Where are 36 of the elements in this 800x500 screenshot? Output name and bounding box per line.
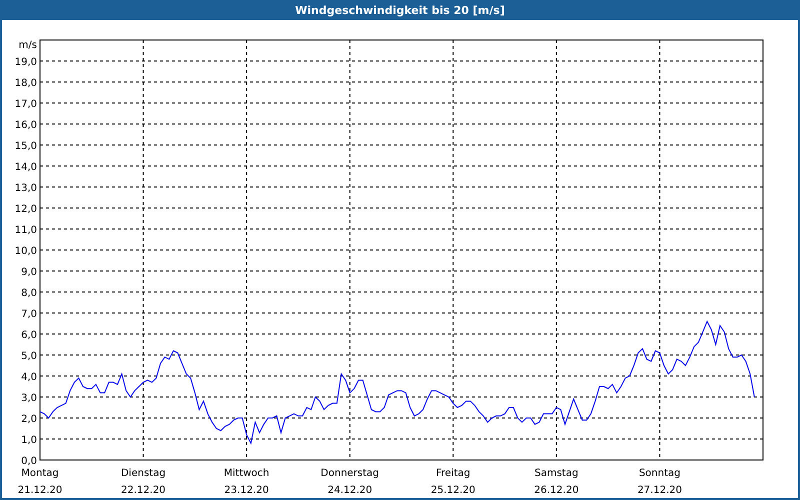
day-label: Donnerstag	[320, 468, 380, 479]
date-label: 21.12.20	[18, 485, 62, 496]
date-label: 24.12.20	[328, 485, 372, 496]
y-tick-label: 3,0	[21, 393, 37, 404]
y-tick-label: 12,0	[14, 204, 37, 215]
chart-title: Windgeschwindigkeit bis 20 [m/s]	[295, 4, 505, 16]
day-label: Mittwoch	[224, 468, 270, 479]
date-label: 25.12.20	[430, 485, 476, 496]
y-tick-label: 8,0	[21, 288, 37, 299]
y-tick-label: 4,0	[21, 372, 37, 383]
y-tick-label: 15,0	[14, 141, 37, 152]
y-tick-label: 19,0	[14, 57, 37, 68]
day-label: Samstag	[534, 468, 578, 479]
day-label: Montag	[21, 468, 59, 479]
y-tick-label: 13,0	[14, 183, 37, 194]
y-tick-label: 9,0	[21, 267, 37, 278]
date-label: 22.12.20	[121, 485, 166, 496]
y-tick-label: 1,0	[21, 435, 37, 446]
day-label: Freitag	[436, 468, 470, 479]
y-tick-label: 10,0	[14, 246, 37, 257]
y-tick-label: 0,0	[21, 456, 37, 467]
y-tick-label: 7,0	[21, 309, 37, 320]
y-tick-label: 6,0	[21, 330, 37, 341]
y-tick-label: 14,0	[14, 162, 37, 173]
date-label: 27.12.20	[637, 485, 682, 496]
day-label: Sonntag	[638, 468, 680, 479]
y-tick-label: 11,0	[14, 225, 37, 236]
y-tick-label: 5,0	[21, 351, 37, 362]
y-tick-label: 18,0	[14, 78, 37, 89]
day-label: Dienstag	[121, 468, 166, 479]
y-tick-label: 2,0	[21, 414, 37, 425]
date-label: 26.12.20	[534, 485, 579, 496]
y-tick-label: 17,0	[14, 99, 37, 110]
date-label: 23.12.20	[224, 485, 269, 496]
y-tick-label: 16,0	[14, 120, 37, 131]
y-axis-unit: m/s	[18, 40, 37, 51]
